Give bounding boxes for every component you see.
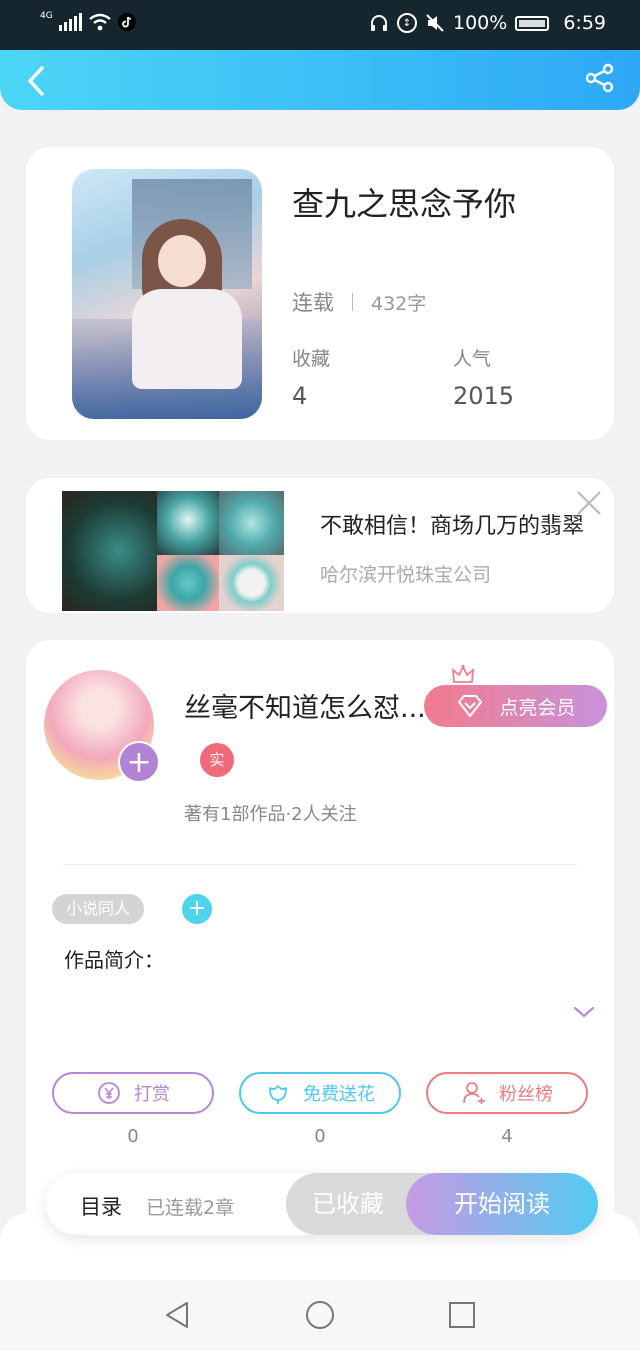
nav-home-icon[interactable] bbox=[305, 1300, 335, 1330]
serial-status: 连载 bbox=[292, 291, 334, 315]
book-title: 查九之思念予你 bbox=[292, 185, 517, 223]
book-cover-image[interactable] bbox=[72, 169, 262, 419]
category-tag[interactable]: 小说同人 bbox=[52, 894, 145, 924]
book-info-card: 查九之思念予你 连载 432字 收藏 4 人气 2015 bbox=[26, 147, 614, 440]
popularity-label: 人气 bbox=[453, 348, 492, 370]
tiktok-icon bbox=[117, 13, 136, 31]
author-name[interactable]: 丝毫不知道怎么怼... bbox=[184, 686, 426, 725]
table-of-contents-button[interactable]: 目录 bbox=[80, 1191, 122, 1221]
intro-label: 作品简介： bbox=[64, 948, 164, 972]
chevron-down-icon[interactable] bbox=[572, 1004, 596, 1020]
free-flower-button[interactable]: 免费送花 bbox=[239, 1072, 401, 1114]
popularity-value: 2015 bbox=[453, 382, 515, 410]
nav-recents-icon[interactable] bbox=[447, 1300, 477, 1330]
crown-icon bbox=[451, 664, 475, 683]
start-reading-button[interactable]: 开始阅读 bbox=[406, 1173, 598, 1235]
vip-membership-button[interactable]: 点亮会员 bbox=[424, 685, 607, 727]
battery-percent: 100% bbox=[453, 12, 508, 34]
verified-badge: 实 bbox=[200, 743, 234, 777]
follow-plus-button[interactable]: + bbox=[118, 741, 160, 783]
author-card: + 丝毫不知道怎么怼... 点亮会员 实 著有1部作品·2人关注 小说同人 + … bbox=[26, 640, 614, 1260]
share-icon[interactable] bbox=[584, 62, 616, 94]
ad-image[interactable] bbox=[62, 491, 284, 611]
status-bar: 4G ↕ 100% 6:59 bbox=[0, 0, 640, 50]
tip-label: 打赏 bbox=[134, 1084, 170, 1105]
flower-count: 0 bbox=[314, 1126, 326, 1147]
back-arrow-icon[interactable] bbox=[24, 60, 52, 100]
yen-coin-icon bbox=[98, 1082, 120, 1104]
separator bbox=[352, 293, 353, 311]
favorites-value: 4 bbox=[292, 382, 308, 410]
top-header bbox=[0, 50, 640, 110]
vip-button-label: 点亮会员 bbox=[499, 696, 576, 719]
user-rank-icon bbox=[463, 1082, 485, 1104]
clock: 6:59 bbox=[563, 12, 606, 34]
diamond-icon bbox=[458, 695, 483, 717]
flower-icon bbox=[269, 1085, 287, 1104]
fans-count: 4 bbox=[501, 1126, 513, 1147]
divider bbox=[62, 864, 578, 865]
headphones-icon bbox=[371, 15, 387, 31]
ad-advertiser: 哈尔滨开悦珠宝公司 bbox=[320, 564, 492, 586]
nav-back-icon[interactable] bbox=[163, 1300, 193, 1330]
wifi-icon bbox=[88, 13, 111, 31]
tip-count: 0 bbox=[127, 1126, 139, 1147]
network-type: 4G bbox=[40, 11, 53, 21]
favorites-label: 收藏 bbox=[292, 348, 331, 370]
add-tag-button[interactable]: + bbox=[182, 894, 212, 924]
flower-label: 免费送花 bbox=[303, 1084, 375, 1105]
fans-ranking-button[interactable]: 粉丝榜 bbox=[426, 1072, 588, 1114]
signal-icon bbox=[58, 13, 82, 31]
fans-label: 粉丝榜 bbox=[499, 1084, 553, 1105]
close-icon[interactable] bbox=[576, 490, 602, 516]
word-count: 432字 bbox=[371, 292, 427, 315]
chapters-count[interactable]: 已连载2章 bbox=[146, 1193, 234, 1220]
data-saver-icon: ↕ bbox=[397, 13, 417, 33]
bottom-action-bar: 目录 已连载2章 已收藏 开始阅读 bbox=[46, 1173, 598, 1235]
author-stats: 著有1部作品·2人关注 bbox=[184, 804, 357, 825]
ad-card[interactable]: 不敢相信！商场几万的翡翠 哈尔滨开悦珠宝公司 bbox=[26, 478, 614, 613]
battery-icon bbox=[515, 15, 550, 31]
tip-button[interactable]: 打赏 bbox=[52, 1072, 214, 1114]
ad-title[interactable]: 不敢相信！商场几万的翡翠 bbox=[320, 508, 584, 540]
system-navigation-bar bbox=[0, 1280, 640, 1351]
mute-icon bbox=[426, 14, 444, 32]
book-status-line: 连载 432字 bbox=[292, 287, 426, 317]
